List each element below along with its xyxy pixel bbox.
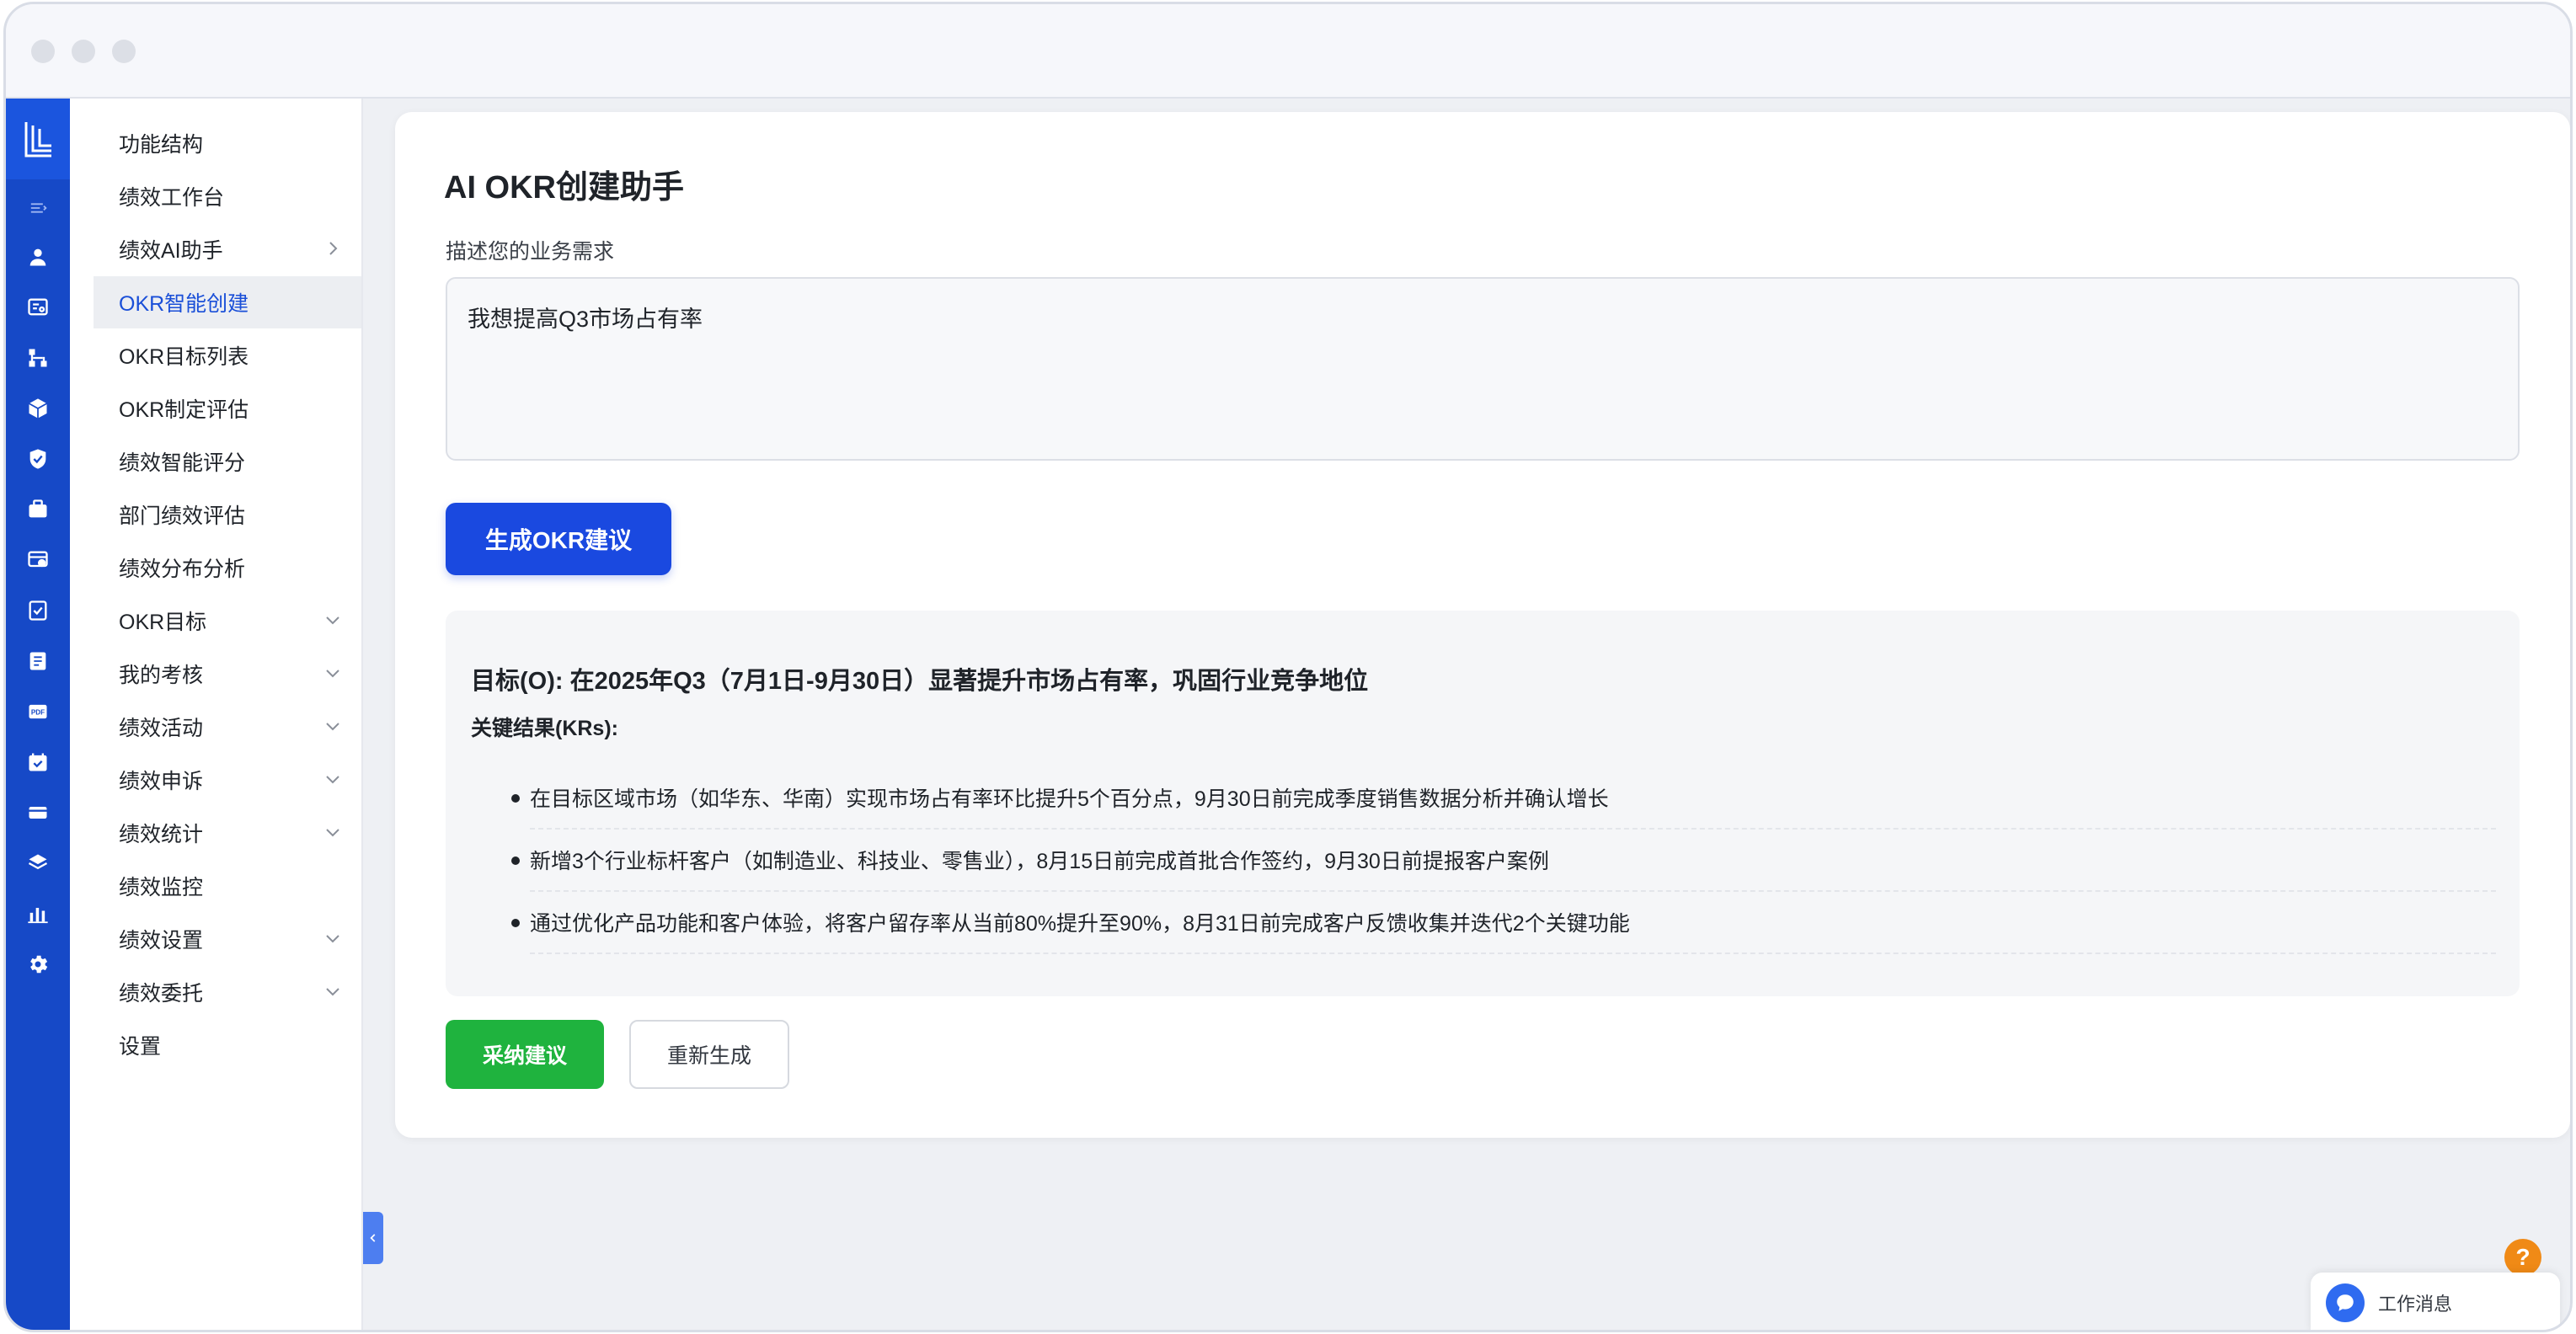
cube-icon[interactable] <box>6 392 70 425</box>
settings-panel-icon[interactable] <box>6 543 70 577</box>
gear-icon[interactable] <box>6 947 70 981</box>
sidebar-item-okr-list[interactable]: OKR目标列表 <box>94 329 361 382</box>
window-zoom-dot[interactable] <box>112 40 136 63</box>
sidebar-item-okr-goals[interactable]: OKR目标 <box>94 595 361 647</box>
requirement-input[interactable]: 我想提高Q3市场占有率 <box>446 277 2520 461</box>
sidebar-item-okr-smart-create[interactable]: OKR智能创建 <box>94 276 361 328</box>
chevron-down-icon <box>326 988 339 996</box>
book-icon[interactable] <box>6 644 70 678</box>
icon-rail: PDF <box>6 99 70 1330</box>
sidebar-item-my-assessment[interactable]: 我的考核 <box>94 648 361 700</box>
checklist-icon[interactable] <box>6 594 70 627</box>
chevron-right-icon <box>329 242 338 255</box>
pdf-icon[interactable]: PDF <box>6 695 70 728</box>
shield-check-icon[interactable] <box>6 442 70 476</box>
help-button[interactable]: ? <box>2504 1239 2541 1276</box>
chevron-down-icon <box>326 829 339 837</box>
sidebar-item-workbench[interactable]: 绩效工作台 <box>94 170 361 222</box>
app-window: PDF 功能结构 绩效工作台 绩效AI助手 OKR智能创建 OKR目标列表 OK… <box>3 2 2573 1332</box>
accept-suggestion-button[interactable]: 采纳建议 <box>446 1020 604 1089</box>
card-icon[interactable] <box>6 796 70 830</box>
bullet-icon <box>511 919 520 927</box>
sidebar-item-settings[interactable]: 设置 <box>94 1019 361 1071</box>
chevron-down-icon <box>326 935 339 943</box>
work-messages-button[interactable]: 工作消息 <box>2311 1273 2560 1330</box>
sidebar-item-delegation[interactable]: 绩效委托 <box>94 966 361 1018</box>
generate-okr-button[interactable]: 生成OKR建议 <box>446 503 671 575</box>
sidebar-item-performance-settings[interactable]: 绩效设置 <box>94 913 361 965</box>
sidebar-item-distribution-analysis[interactable]: 绩效分布分析 <box>94 542 361 594</box>
work-messages-label: 工作消息 <box>2378 1294 2453 1315</box>
sidebar-collapse-handle[interactable] <box>363 1212 383 1264</box>
key-result-item: 在目标区域市场（如华东、华南）实现市场占有率环比提升5个百分点，9月30日前完成… <box>511 767 2496 830</box>
sidebar-item-statistics[interactable]: 绩效统计 <box>94 807 361 859</box>
calendar-check-icon[interactable] <box>6 745 70 779</box>
briefcase-icon[interactable] <box>6 493 70 526</box>
chevron-down-icon <box>326 776 339 784</box>
sidebar-item-function-structure[interactable]: 功能结构 <box>94 117 361 169</box>
bar-chart-icon[interactable] <box>6 897 70 931</box>
svg-text:PDF: PDF <box>31 709 45 717</box>
okr-assistant-card: AI OKR创建助手 描述您的业务需求 我想提高Q3市场占有率 生成OKR建议 … <box>395 112 2570 1138</box>
sidebar-item-smart-scoring[interactable]: 绩效智能评分 <box>94 435 361 488</box>
chevron-left-icon <box>370 1234 376 1242</box>
key-result-item: 通过优化产品功能和客户体验，将客户留存率从当前80%提升至90%，8月31日前完… <box>511 892 2496 954</box>
window-close-dot[interactable] <box>31 40 55 63</box>
sidebar-item-dept-evaluation[interactable]: 部门绩效评估 <box>94 488 361 541</box>
sidebar-item-appeals[interactable]: 绩效申诉 <box>94 754 361 806</box>
chevron-down-icon <box>326 670 339 678</box>
title-bar <box>6 4 2570 99</box>
key-results-heading: 关键结果(KRs): <box>471 717 618 740</box>
sidebar-item-monitoring[interactable]: 绩效监控 <box>94 860 361 912</box>
menu-toggle-icon[interactable] <box>6 191 70 225</box>
sidebar-item-activities[interactable]: 绩效活动 <box>94 701 361 753</box>
chevron-down-icon <box>326 616 339 625</box>
report-search-icon[interactable] <box>6 291 70 324</box>
chevron-down-icon <box>326 723 339 731</box>
chat-bubble-icon <box>2326 1283 2365 1322</box>
sidebar-item-okr-evaluation[interactable]: OKR制定评估 <box>94 382 361 435</box>
user-icon[interactable] <box>6 240 70 274</box>
sidebar-item-ai-assistant[interactable]: 绩效AI助手 <box>94 223 361 275</box>
page-title: AI OKR创建助手 <box>444 170 685 205</box>
requirement-label: 描述您的业务需求 <box>446 240 615 264</box>
layers-icon[interactable] <box>6 846 70 880</box>
org-chart-icon[interactable] <box>6 341 70 375</box>
bullet-icon <box>511 794 520 803</box>
regenerate-button[interactable]: 重新生成 <box>629 1020 789 1089</box>
window-minimize-dot[interactable] <box>72 40 95 63</box>
bullet-icon <box>511 856 520 865</box>
objective-text: 目标(O): 在2025年Q3（7月1日-9月30日）显著提升市场占有率，巩固行… <box>471 668 1369 695</box>
sidebar-nav: 功能结构 绩效工作台 绩效AI助手 OKR智能创建 OKR目标列表 OKR制定评… <box>70 99 363 1330</box>
okr-suggestion-panel: 目标(O): 在2025年Q3（7月1日-9月30日）显著提升市场占有率，巩固行… <box>446 611 2520 996</box>
key-result-item: 新增3个行业标杆客户（如制造业、科技业、零售业），8月15日前完成首批合作签约，… <box>511 830 2496 892</box>
logo-icon[interactable] <box>6 99 70 179</box>
